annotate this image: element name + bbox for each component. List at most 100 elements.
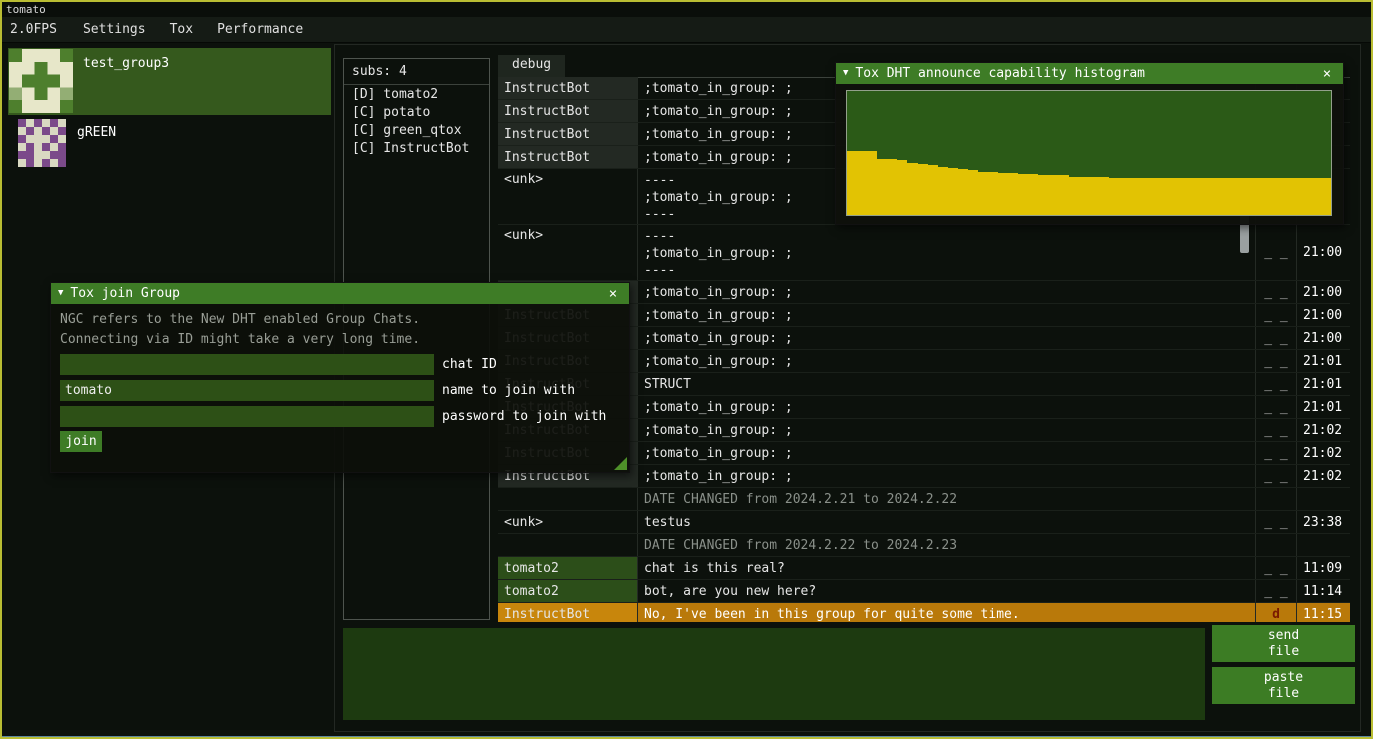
resize-grip-icon[interactable] <box>614 457 627 470</box>
sidebar-item-green[interactable]: gREEN <box>8 117 331 171</box>
histogram-bar <box>1180 178 1190 215</box>
app-window: tomato 2.0FPS SettingsToxPerformance tes… <box>0 0 1373 739</box>
chat-time: 21:00 <box>1296 304 1350 326</box>
chat-text: chat is this real? <box>638 557 1255 579</box>
chat-sender: <unk> <box>498 225 638 280</box>
member-row[interactable]: [C] green_qtox <box>344 121 489 139</box>
dht-histogram-title: Tox DHT announce capability histogram <box>855 66 1311 81</box>
histogram-bar <box>1280 178 1290 215</box>
chat-sender: <unk> <box>498 169 638 224</box>
histogram-bar <box>1240 178 1250 215</box>
chat-message-row[interactable]: tomato2 chat is this real? _ _ 11:09 <box>498 557 1350 580</box>
chat-sender: tomato2 <box>498 557 638 579</box>
chat-text: ;tomato_in_group: ; <box>638 442 1255 464</box>
join-info-line: Connecting via ID might take a very long… <box>60 332 420 347</box>
group-name: test_group3 <box>83 56 169 71</box>
menu-item-performance[interactable]: Performance <box>205 17 315 42</box>
menu-item-settings[interactable]: Settings <box>71 17 158 42</box>
chat-text: ;tomato_in_group: ; <box>638 419 1255 441</box>
chat-status <box>1255 488 1296 510</box>
histogram-bar <box>1230 178 1240 215</box>
histogram-bar <box>978 172 988 215</box>
member-row[interactable]: [C] potato <box>344 103 489 121</box>
chat-time: 21:01 <box>1296 373 1350 395</box>
histogram-bar <box>1059 175 1069 215</box>
collapse-arrow-icon[interactable]: ▼ <box>843 63 848 84</box>
chat-sender <box>498 534 638 556</box>
menubar: 2.0FPS SettingsToxPerformance <box>2 17 1371 43</box>
histogram-bar <box>1119 178 1129 215</box>
chat-sender <box>498 488 638 510</box>
chat-id-input[interactable] <box>60 354 434 375</box>
chat-message-row[interactable]: InstructBot No, I've been in this group … <box>498 603 1350 622</box>
member-list: [D] tomato2[C] potato[C] green_qtox[C] I… <box>344 85 489 157</box>
chat-text: ;tomato_in_group: ; <box>638 465 1255 487</box>
histogram-bar <box>1089 177 1099 215</box>
histogram-plot <box>846 90 1332 216</box>
histogram-bar <box>948 168 958 215</box>
chat-time <box>1296 488 1350 510</box>
send-file-button[interactable]: send file <box>1212 625 1355 662</box>
chat-time: 11:15 <box>1296 603 1350 622</box>
chat-time: 21:02 <box>1296 419 1350 441</box>
join-name-input[interactable]: tomato <box>60 380 434 401</box>
sidebar-item-test_group3[interactable]: test_group3 <box>8 48 331 115</box>
join-group-title: Tox join Group <box>70 286 597 301</box>
chat-text: testus <box>638 511 1255 533</box>
chat-time: 21:00 <box>1296 225 1350 280</box>
histogram-bar <box>938 167 948 215</box>
histogram-bar <box>1079 177 1089 215</box>
group-name: gREEN <box>77 125 116 140</box>
window-title: tomato <box>6 3 46 16</box>
chat-message-row[interactable]: DATE CHANGED from 2024.2.21 to 2024.2.22 <box>498 488 1350 511</box>
paste-file-button[interactable]: paste file <box>1212 667 1355 704</box>
chat-sender: <unk> <box>498 511 638 533</box>
group-avatar-icon <box>9 49 73 113</box>
chat-status: _ _ <box>1255 304 1296 326</box>
chat-text: DATE CHANGED from 2024.2.21 to 2024.2.22 <box>638 488 1255 510</box>
join-group-titlebar[interactable]: ▼ Tox join Group × <box>51 283 629 304</box>
histogram-bar <box>1270 178 1280 215</box>
member-row[interactable]: [C] InstructBot <box>344 139 489 157</box>
close-icon[interactable]: × <box>604 286 622 302</box>
join-group-window: ▼ Tox join Group × NGC refers to the New… <box>50 282 630 473</box>
histogram-bar <box>1049 175 1059 215</box>
histogram-bar <box>1069 177 1079 215</box>
histogram-bar <box>968 170 978 215</box>
message-input[interactable] <box>343 628 1205 720</box>
chat-status: _ _ <box>1255 327 1296 349</box>
histogram-bar <box>988 172 998 215</box>
close-icon[interactable]: × <box>1318 66 1336 82</box>
histogram-bar <box>1311 178 1321 215</box>
chat-sender: InstructBot <box>498 100 638 122</box>
tab-debug[interactable]: debug <box>498 55 565 77</box>
join-name-label: name to join with <box>442 380 575 401</box>
chat-status: _ _ <box>1255 396 1296 418</box>
chat-status: _ _ <box>1255 465 1296 487</box>
chat-status: _ _ <box>1255 442 1296 464</box>
chat-sender: InstructBot <box>498 603 638 622</box>
chat-message-row[interactable]: <unk> ---- ;tomato_in_group: ; ---- _ _ … <box>498 225 1350 281</box>
chat-text: ;tomato_in_group: ; <box>638 350 1255 372</box>
chat-time: 21:01 <box>1296 350 1350 372</box>
chat-time: 11:14 <box>1296 580 1350 602</box>
dht-histogram-window: ▼ Tox DHT announce capability histogram … <box>835 62 1344 225</box>
menu-item-tox[interactable]: Tox <box>158 17 205 42</box>
join-button[interactable]: join <box>60 431 102 452</box>
chat-text: No, I've been in this group for quite so… <box>638 603 1255 622</box>
histogram-bar <box>1260 178 1270 215</box>
chat-message-row[interactable]: DATE CHANGED from 2024.2.22 to 2024.2.23 <box>498 534 1350 557</box>
chat-time: 21:00 <box>1296 281 1350 303</box>
chat-time: 23:38 <box>1296 511 1350 533</box>
chat-text: ;tomato_in_group: ; <box>638 304 1255 326</box>
dht-histogram-titlebar[interactable]: ▼ Tox DHT announce capability histogram … <box>836 63 1343 84</box>
histogram-bar <box>907 163 917 215</box>
chat-status: _ _ <box>1255 373 1296 395</box>
chat-message-row[interactable]: tomato2 bot, are you new here? _ _ 11:14 <box>498 580 1350 603</box>
member-row[interactable]: [D] tomato2 <box>344 85 489 103</box>
chat-status: _ _ <box>1255 281 1296 303</box>
chat-time: 11:09 <box>1296 557 1350 579</box>
chat-message-row[interactable]: <unk> testus _ _ 23:38 <box>498 511 1350 534</box>
collapse-arrow-icon[interactable]: ▼ <box>58 283 63 304</box>
join-password-input[interactable] <box>60 406 434 427</box>
